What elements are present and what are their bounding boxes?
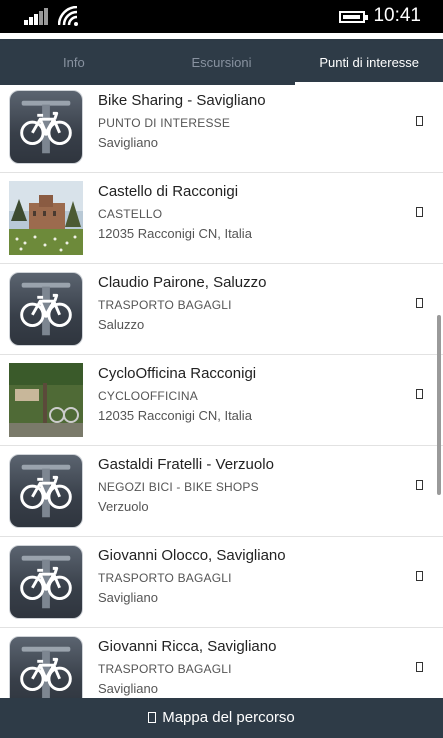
tab-escursioni[interactable]: Escursioni (148, 41, 296, 85)
item-title: Bike Sharing - Savigliano (98, 92, 266, 109)
item-category: TRASPORTO BAGAGLI (98, 662, 232, 676)
bike-icon (9, 454, 83, 528)
item-location: Savigliano (98, 135, 158, 150)
tab-punti-di-interesse[interactable]: Punti di interesse (295, 41, 443, 85)
item-category: PUNTO DI INTERESSE (98, 116, 231, 130)
item-title: Giovanni Ricca, Savigliano (98, 638, 277, 655)
navigate-icon[interactable] (416, 207, 423, 217)
navigate-icon[interactable] (416, 389, 423, 399)
scrollbar[interactable] (437, 315, 441, 495)
header-strip (0, 33, 443, 41)
item-title: Claudio Pairone, Saluzzo (98, 274, 267, 291)
item-title: Giovanni Olocco, Savigliano (98, 547, 286, 564)
bike-icon (9, 90, 83, 164)
item-category: TRASPORTO BAGAGLI (98, 571, 232, 585)
item-location: Savigliano (98, 681, 158, 696)
battery-icon (339, 11, 368, 23)
castle-photo (9, 181, 83, 255)
list-item[interactable]: Giovanni Olocco, Savigliano TRASPORTO BAG… (0, 537, 443, 628)
list-item[interactable]: Castello di Racconigi CASTELLO 12035 Racco… (0, 173, 443, 264)
bikeshop-photo (9, 363, 83, 437)
tab-info[interactable]: Info (0, 41, 148, 85)
navigate-icon[interactable] (416, 571, 423, 581)
item-location: Saluzzo (98, 317, 145, 332)
navigate-icon[interactable] (416, 298, 423, 308)
bike-icon (9, 272, 83, 346)
signal-strength-icon (24, 7, 50, 25)
list-item[interactable]: Claudio Pairone, Saluzzo TRASPORTO BAGAGL… (0, 264, 443, 355)
map-icon (148, 712, 157, 723)
item-title: CycloOfficina Racconigi (98, 365, 257, 382)
item-category: NEGOZI BICI - BIKE SHOPS (98, 480, 259, 494)
item-category: CYCLOOFFICINA (98, 389, 198, 403)
navigate-icon[interactable] (416, 116, 423, 126)
item-category: TRASPORTO BAGAGLI (98, 298, 232, 312)
status-time: 10:41 (373, 5, 421, 26)
item-category: CASTELLO (98, 207, 163, 221)
item-location: 12035 Racconigi CN, Italia (98, 226, 252, 241)
bike-icon (9, 545, 83, 619)
tab-bar: Info Escursioni Punti di interesse (0, 41, 443, 85)
item-title: Castello di Racconigi (98, 183, 239, 200)
item-title: Gastaldi Fratelli - Verzuolo (98, 456, 274, 473)
map-route-label: Mappa del percorso (162, 709, 295, 726)
item-location: 12035 Racconigi CN, Italia (98, 408, 252, 423)
navigate-icon[interactable] (416, 480, 423, 490)
list-item[interactable]: Gastaldi Fratelli - Verzuolo NEGOZI BICI … (0, 446, 443, 537)
item-location: Verzuolo (98, 499, 149, 514)
wifi-icon (58, 6, 78, 26)
bike-icon (9, 636, 83, 698)
poi-list[interactable]: Bike Sharing - Savigliano PUNTO DI INTERE… (0, 85, 443, 698)
list-item[interactable]: CycloOfficina Racconigi CYCLOOFFICINA 1203… (0, 355, 443, 446)
status-bar: 10:41 (0, 0, 443, 33)
list-item[interactable]: Giovanni Ricca, Savigliano TRASPORTO BAGA… (0, 628, 443, 698)
item-location: Savigliano (98, 590, 158, 605)
list-item[interactable]: Bike Sharing - Savigliano PUNTO DI INTERE… (0, 85, 443, 173)
navigate-icon[interactable] (416, 662, 423, 672)
map-route-button[interactable]: Mappa del percorso (0, 698, 443, 738)
